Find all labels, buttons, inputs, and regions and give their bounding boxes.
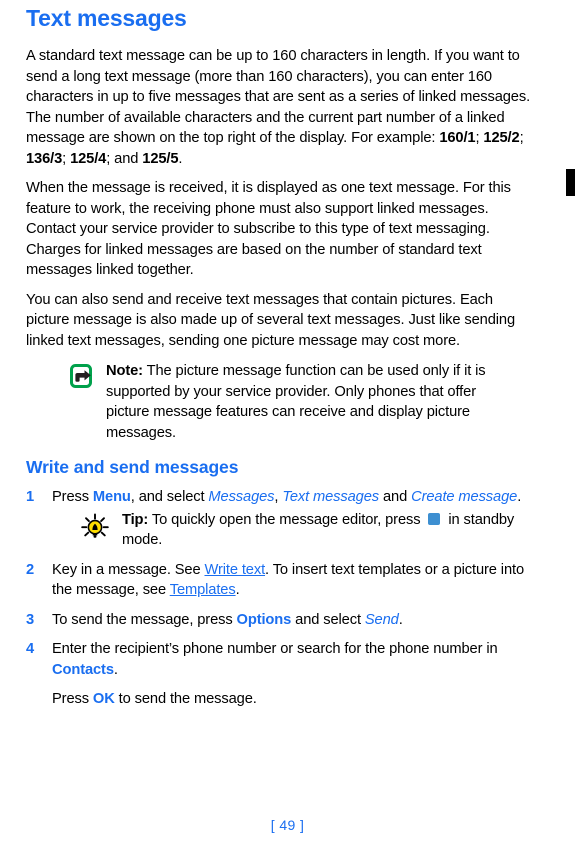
step-number-3: 3 xyxy=(26,611,35,628)
note-arrow-icon xyxy=(70,364,92,388)
separator-4: ; and xyxy=(106,150,143,167)
step-3-text-end: . xyxy=(398,611,403,628)
separator-3: ; xyxy=(62,150,71,167)
step-body-1: Press Menu, and select Messages, Text me… xyxy=(52,487,531,551)
paragraph-1-period: . xyxy=(178,150,183,167)
chapter-edge-tab-marker xyxy=(566,169,575,196)
link-write-text[interactable]: Write text xyxy=(204,562,265,578)
note-label: Note: xyxy=(106,363,143,379)
step-number-4: 4 xyxy=(26,641,35,657)
step-body-4: Enter the recipient’s phone number or se… xyxy=(52,639,531,710)
step-4-continuation: Press OK to send the message. xyxy=(52,680,531,710)
part-number-4: 125/4 xyxy=(70,150,107,167)
step-3-keyword-options[interactable]: Options xyxy=(237,612,292,628)
part-number-2: 125/2 xyxy=(483,130,520,146)
step-1-menu-item-text-messages[interactable]: Text messages xyxy=(282,489,379,505)
page: Text messages A standard text message ca… xyxy=(0,0,575,841)
step-1-text-mid-1: , and select xyxy=(130,489,209,505)
step-item-3: 3 To send the message, press Options and… xyxy=(26,601,531,631)
step-item-4: 4 Enter the recipient’s phone number or … xyxy=(26,630,531,710)
tip-text-block: Tip: To quickly open the message editor,… xyxy=(116,510,531,551)
page-number: [ 49 ] xyxy=(270,817,305,833)
page-title: Text messages xyxy=(26,5,187,31)
step-4-keyword-contacts[interactable]: Contacts xyxy=(52,662,114,678)
link-templates[interactable]: Templates xyxy=(170,582,236,598)
navi-key-icon xyxy=(428,512,441,525)
note-callout: Note: The picture message function can b… xyxy=(26,351,531,443)
step-4-text-before: Enter the recipient’s phone number or se… xyxy=(52,641,498,657)
note-text-block: Note: The picture message function can b… xyxy=(104,361,531,443)
step-2-text-before: Key in a message. See xyxy=(52,561,205,578)
section-title: Write and send messages xyxy=(26,457,239,477)
tip-label: Tip: xyxy=(122,511,149,528)
step-1-keyword-menu[interactable]: Menu xyxy=(93,489,131,505)
step-4-text-end: . xyxy=(113,661,118,678)
part-number-1: 160/1 xyxy=(439,130,476,146)
step-1-menu-item-messages[interactable]: Messages xyxy=(208,489,274,505)
part-number-3: 136/3 xyxy=(26,150,63,167)
step-number-2: 2 xyxy=(26,561,35,578)
step-1-text-mid-3: and xyxy=(379,489,412,505)
step-4-continuation-end: to send the message. xyxy=(114,691,257,707)
step-body-2: Key in a message. See Write text. To ins… xyxy=(52,560,531,601)
step-4-continuation-before: Press xyxy=(52,691,93,707)
note-text: The picture message function can be used… xyxy=(106,363,486,441)
numbered-steps-list: 1 Press Menu, and select Messages, Text … xyxy=(26,483,531,710)
step-3-text-mid-1: and select xyxy=(291,611,365,628)
step-4-keyword-ok[interactable]: OK xyxy=(93,691,115,707)
step-2-text-end: . xyxy=(235,582,240,598)
lightbulb-icon xyxy=(81,513,109,538)
step-item-2: 2 Key in a message. See Write text. To i… xyxy=(26,551,531,601)
step-body-3: To send the message, press Options and s… xyxy=(52,610,531,631)
separator-2: ; xyxy=(519,130,524,146)
note-icon-cell xyxy=(62,361,104,391)
tip-callout: Tip: To quickly open the message editor,… xyxy=(52,508,531,551)
step-3-text-before: To send the message, press xyxy=(52,611,237,628)
step-1-text-before: Press xyxy=(52,489,93,505)
paragraph-3: You can also send and receive text messa… xyxy=(26,291,515,349)
tip-icon-cell xyxy=(74,510,116,543)
paragraph-1: A standard text message can be up to 160… xyxy=(26,32,531,169)
step-3-menu-item-send[interactable]: Send xyxy=(365,612,399,628)
step-item-1: 1 Press Menu, and select Messages, Text … xyxy=(26,483,531,551)
step-number-1: 1 xyxy=(26,489,35,505)
tip-text-before: To quickly open the message editor, pres… xyxy=(148,511,425,528)
paragraph-2: When the message is received, it is disp… xyxy=(26,180,511,278)
step-1-text-end: . xyxy=(517,489,522,505)
part-number-5: 125/5 xyxy=(142,150,179,167)
step-1-menu-item-create-message[interactable]: Create message xyxy=(411,489,517,505)
